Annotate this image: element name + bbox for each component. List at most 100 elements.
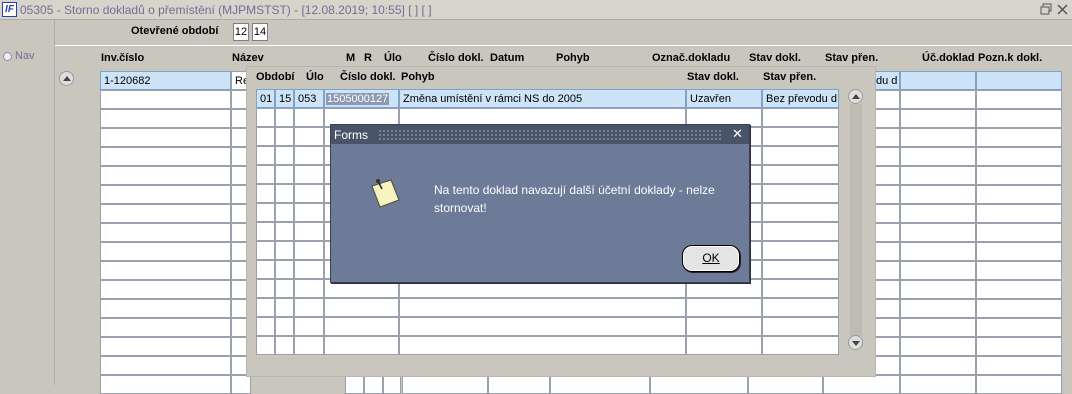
main-grid-cell[interactable] [900,204,976,223]
main-grid-cell[interactable] [100,204,231,223]
detail-grid-cell[interactable] [256,241,275,260]
detail-grid-cell[interactable] [275,260,294,279]
main-grid-cell[interactable] [976,128,1062,147]
detail-grid-cell[interactable] [294,203,324,222]
detail-grid-cell[interactable]: Změna umístění v rámci NS do 2005 [399,89,686,108]
detail-grid-cell[interactable] [762,279,839,298]
main-scroll-up-button[interactable] [59,71,74,86]
main-grid-cell[interactable] [900,166,976,185]
detail-grid-cell[interactable] [399,298,686,317]
main-grid-cell[interactable] [100,261,231,280]
main-grid-cell[interactable] [900,223,976,242]
close-icon[interactable] [1056,3,1069,16]
detail-grid-cell[interactable] [294,260,324,279]
detail-grid-cell[interactable] [256,184,275,203]
detail-grid-cell[interactable] [294,298,324,317]
detail-grid-cell[interactable] [275,165,294,184]
detail-grid-cell[interactable] [762,336,839,355]
main-grid-cell[interactable] [900,109,976,128]
detail-grid-cell[interactable] [762,260,839,279]
main-grid-cell[interactable] [900,90,976,109]
main-grid-cell[interactable] [900,147,976,166]
detail-grid-cell[interactable] [762,222,839,241]
detail-grid-cell[interactable] [275,298,294,317]
detail-grid-cell[interactable] [762,298,839,317]
detail-grid-cell[interactable] [294,336,324,355]
main-grid-cell[interactable] [900,299,976,318]
detail-grid-cell[interactable] [324,317,399,336]
detail-grid-cell[interactable] [275,146,294,165]
main-grid-cell[interactable] [100,280,231,299]
detail-grid-cell[interactable]: Uzavřen [686,89,762,108]
detail-grid-cell[interactable] [256,203,275,222]
detail-grid-cell[interactable] [275,241,294,260]
main-grid-cell[interactable] [100,128,231,147]
detail-grid-cell[interactable] [686,336,762,355]
detail-grid-cell[interactable] [275,279,294,298]
detail-grid-cell[interactable] [275,317,294,336]
detail-grid-cell[interactable] [256,298,275,317]
detail-grid-cell[interactable]: 15 [275,89,294,108]
period-field-2[interactable]: 14 [252,23,268,41]
main-grid-cell[interactable] [900,128,976,147]
main-grid-cell[interactable] [976,71,1062,90]
main-grid-cell[interactable] [976,109,1062,128]
main-grid-cell[interactable] [976,147,1062,166]
main-grid-cell[interactable] [100,147,231,166]
detail-grid-cell[interactable] [256,260,275,279]
detail-grid-cell[interactable]: Bez převodu d [762,89,839,108]
detail-grid-cell[interactable] [762,184,839,203]
detail-scroll-up-button[interactable] [848,89,863,104]
detail-grid-cell[interactable] [275,108,294,127]
detail-grid-cell[interactable] [256,279,275,298]
main-grid-cell[interactable] [976,261,1062,280]
main-grid-cell[interactable] [900,280,976,299]
detail-grid-cell[interactable] [294,184,324,203]
detail-grid-cell[interactable] [324,336,399,355]
main-grid-cell[interactable] [100,299,231,318]
detail-grid-cell[interactable] [762,108,839,127]
detail-grid-cell[interactable] [256,127,275,146]
main-grid-cell[interactable] [900,71,976,90]
detail-grid-cell[interactable] [275,127,294,146]
detail-grid-cell[interactable] [399,317,686,336]
detail-grid-cell[interactable] [294,279,324,298]
main-grid-cell[interactable] [976,337,1062,356]
main-grid-cell[interactable] [976,356,1062,375]
detail-grid-cell[interactable] [762,317,839,336]
main-grid-cell[interactable] [976,166,1062,185]
dialog-close-icon[interactable]: ✕ [732,127,743,141]
detail-grid-cell[interactable]: 01 [256,89,275,108]
main-grid-cell[interactable] [100,109,231,128]
main-grid-cell[interactable] [976,204,1062,223]
detail-grid-cell[interactable] [294,165,324,184]
detail-grid-cell[interactable] [399,336,686,355]
main-grid-cell[interactable] [900,337,976,356]
ok-button[interactable]: OK [682,245,740,272]
main-grid-cell[interactable] [976,299,1062,318]
main-grid-cell[interactable] [900,242,976,261]
main-grid-cell[interactable] [100,185,231,204]
main-grid-cell[interactable] [900,356,976,375]
main-grid-cell[interactable]: 1-120682 [100,71,231,90]
main-grid-cell[interactable] [100,166,231,185]
main-grid-cell[interactable] [976,242,1062,261]
detail-scroll-down-button[interactable] [848,335,863,350]
main-grid-cell[interactable] [100,356,231,375]
main-grid-cell[interactable] [976,90,1062,109]
main-grid-cell[interactable] [100,337,231,356]
detail-grid-cell[interactable] [762,165,839,184]
nav-radio[interactable] [3,52,12,61]
detail-grid-cell[interactable] [275,184,294,203]
main-grid-cell[interactable] [100,242,231,261]
detail-grid-cell[interactable] [294,146,324,165]
main-grid-cell[interactable] [100,90,231,109]
detail-grid-cell[interactable] [256,336,275,355]
detail-grid-cell[interactable] [294,127,324,146]
detail-grid-cell[interactable]: 1505000127 [324,89,399,108]
detail-grid-cell[interactable] [294,222,324,241]
detail-grid-cell[interactable] [294,108,324,127]
detail-grid-cell[interactable] [275,203,294,222]
detail-grid-cell[interactable] [256,222,275,241]
detail-grid-cell[interactable] [256,146,275,165]
